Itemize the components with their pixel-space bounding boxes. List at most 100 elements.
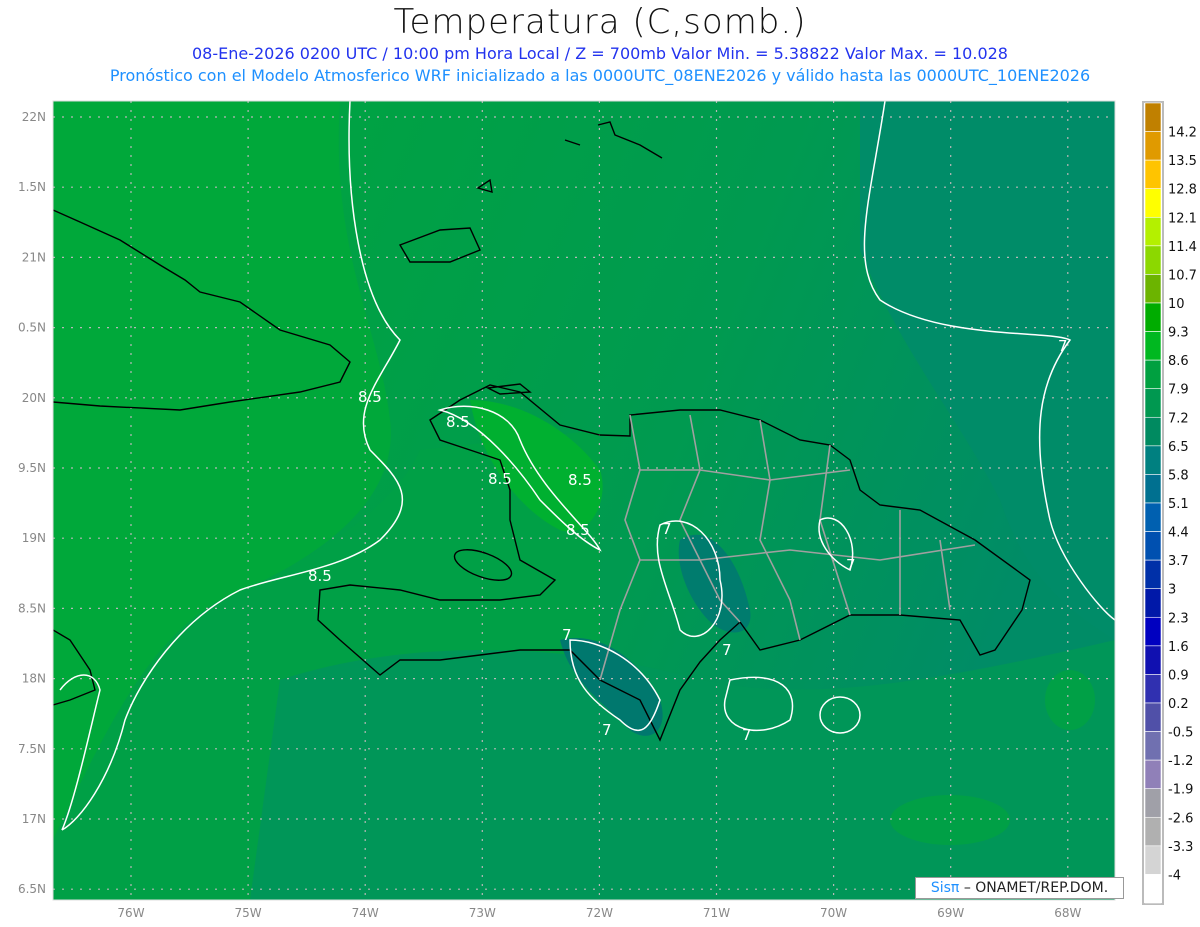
lat-label: 20N (22, 391, 46, 405)
contour-label: 7 (602, 721, 612, 739)
colorbar-label: 14.2 (1168, 126, 1197, 141)
colorbar-label: 12.8 (1168, 183, 1197, 198)
credit-text: – ONAMET/REP.DOM. (963, 880, 1109, 896)
colorbar-label: 9.3 (1168, 326, 1189, 341)
longitude-labels: 76W 75W 74W 73W 72W 71W 70W 69W 68W (117, 906, 1081, 920)
lat-label: 18N (22, 672, 46, 686)
colorbar-label: 10 (1168, 297, 1185, 312)
colorbar-swatch (1144, 731, 1162, 761)
colorbar-label: 1.6 (1168, 640, 1189, 655)
contour-label: 8.5 (358, 388, 382, 406)
colorbar-swatch (1144, 359, 1162, 390)
contour-label: 7 (722, 641, 732, 659)
colorbar-swatch (1144, 674, 1162, 704)
valid-time-subtitle: 08-Ene-2026 0200 UTC / 10:00 pm Hora Loc… (192, 44, 1008, 63)
colorbar-label: -0.5 (1168, 726, 1193, 741)
lat-label: 8.5N (18, 601, 46, 615)
colorbar-label: 11.4 (1168, 240, 1197, 255)
lat-label: 21N (22, 250, 46, 264)
lat-label: 7.5N (18, 742, 46, 756)
colorbar-swatch (1144, 759, 1162, 790)
colorbar-label: -4 (1168, 868, 1181, 883)
lat-label: 22N (22, 110, 46, 124)
colorbar-swatch (1144, 159, 1162, 190)
sispi-logo: Sisπ (930, 880, 960, 896)
colorbar-label: 0.9 (1168, 668, 1189, 683)
lat-label: 17N (22, 812, 46, 826)
colorbar-label: 5.8 (1168, 468, 1189, 483)
temperature-map: 8.5 8.5 8.5 8.5 8.5 8.5 7 7 7 7 7 7 7 22… (18, 100, 1197, 920)
lon-label: 76W (117, 906, 144, 920)
latitude-labels: 22N 1.5N 21N 0.5N 20N 9.5N 19N 8.5N 18N 7.5N 17N 6.… (18, 110, 46, 896)
colorbar-label: 12.1 (1168, 211, 1197, 226)
contour-label: 8.5 (488, 470, 512, 488)
colorbar-label: 0.2 (1168, 697, 1189, 712)
colorbar-label: -2.6 (1168, 811, 1193, 826)
contour-label: 8.5 (446, 413, 470, 431)
colorbar-swatch (1144, 502, 1162, 532)
colorbar-label: 2.3 (1168, 611, 1189, 626)
lon-label: 71W (703, 906, 730, 920)
colorbar-swatch (1144, 131, 1162, 161)
lon-label: 70W (820, 906, 847, 920)
colorbar-label: -1.2 (1168, 754, 1193, 769)
cool-region-south (250, 640, 1115, 900)
colorbar-swatch (1144, 331, 1162, 361)
colorbar-swatch (1144, 788, 1162, 818)
colorbar-label: 5.1 (1168, 497, 1189, 512)
lat-label: 19N (22, 531, 46, 545)
colorbar-label: 7.9 (1168, 383, 1189, 398)
colorbar-swatch (1144, 188, 1162, 218)
lon-label: 75W (235, 906, 262, 920)
lat-label: 6.5N (18, 882, 46, 896)
lon-label: 69W (937, 906, 964, 920)
colorbar-label: 10.7 (1168, 268, 1197, 283)
lat-label: 0.5N (18, 321, 46, 335)
colorbar-label: -1.9 (1168, 783, 1193, 798)
colorbar-label: 8.6 (1168, 354, 1189, 369)
colorbar-label: 4.4 (1168, 526, 1189, 541)
contour-label: 8.5 (568, 471, 592, 489)
colorbar-label: 13.5 (1168, 154, 1197, 169)
warm-patch (890, 795, 1010, 845)
colorbar-swatch (1144, 274, 1162, 304)
colorbar-swatch (1144, 216, 1162, 247)
colorbar-label: -3.3 (1168, 840, 1193, 855)
colorbar-swatch (1144, 845, 1162, 875)
colorbar-swatch (1144, 474, 1162, 504)
colorbar-swatch (1144, 388, 1162, 418)
contour-label: 8.5 (566, 521, 590, 539)
contour-label: 7 (562, 626, 572, 644)
colorbar-swatch (1144, 645, 1162, 675)
colorbar-swatch (1144, 559, 1162, 590)
contour-label: 7 (742, 726, 752, 744)
colorbar-label: 3 (1168, 583, 1176, 598)
colorbar-swatch (1144, 302, 1162, 332)
credit-box: Sisπ – ONAMET/REP.DOM. (915, 877, 1124, 899)
colorbar-swatch (1144, 102, 1162, 132)
map-title: Temperatura (C,somb.) (393, 2, 807, 42)
colorbar-swatch (1144, 816, 1162, 847)
colorbar-swatch (1144, 874, 1162, 904)
colorbar-swatch (1144, 702, 1162, 732)
lat-label: 1.5N (18, 180, 46, 194)
colorbar-swatch (1144, 445, 1162, 475)
lon-label: 68W (1054, 906, 1081, 920)
contour-label: 7 (662, 520, 672, 538)
colorbar-swatch (1144, 531, 1162, 561)
colorbar-swatch (1144, 588, 1162, 618)
lon-label: 74W (352, 906, 379, 920)
colorbar: 14.2 13.5 12.8 12.1 11.4 10.7 10 9.3 8.6 7.9 7.2 6.… (1142, 101, 1197, 905)
contour-label: 7 (846, 556, 856, 574)
colorbar-label: 6.5 (1168, 440, 1189, 455)
colorbar-swatch (1144, 616, 1162, 647)
model-info-subtitle: Pronóstico con el Modelo Atmosferico WRF… (109, 66, 1091, 85)
colorbar-label: 7.2 (1168, 411, 1189, 426)
contour-label: 8.5 (308, 567, 332, 585)
lon-label: 73W (469, 906, 496, 920)
lon-label: 72W (586, 906, 613, 920)
colorbar-swatch (1144, 245, 1162, 275)
contour-label: 7 (1058, 337, 1068, 355)
lat-label: 9.5N (18, 461, 46, 475)
colorbar-swatch (1144, 416, 1162, 447)
